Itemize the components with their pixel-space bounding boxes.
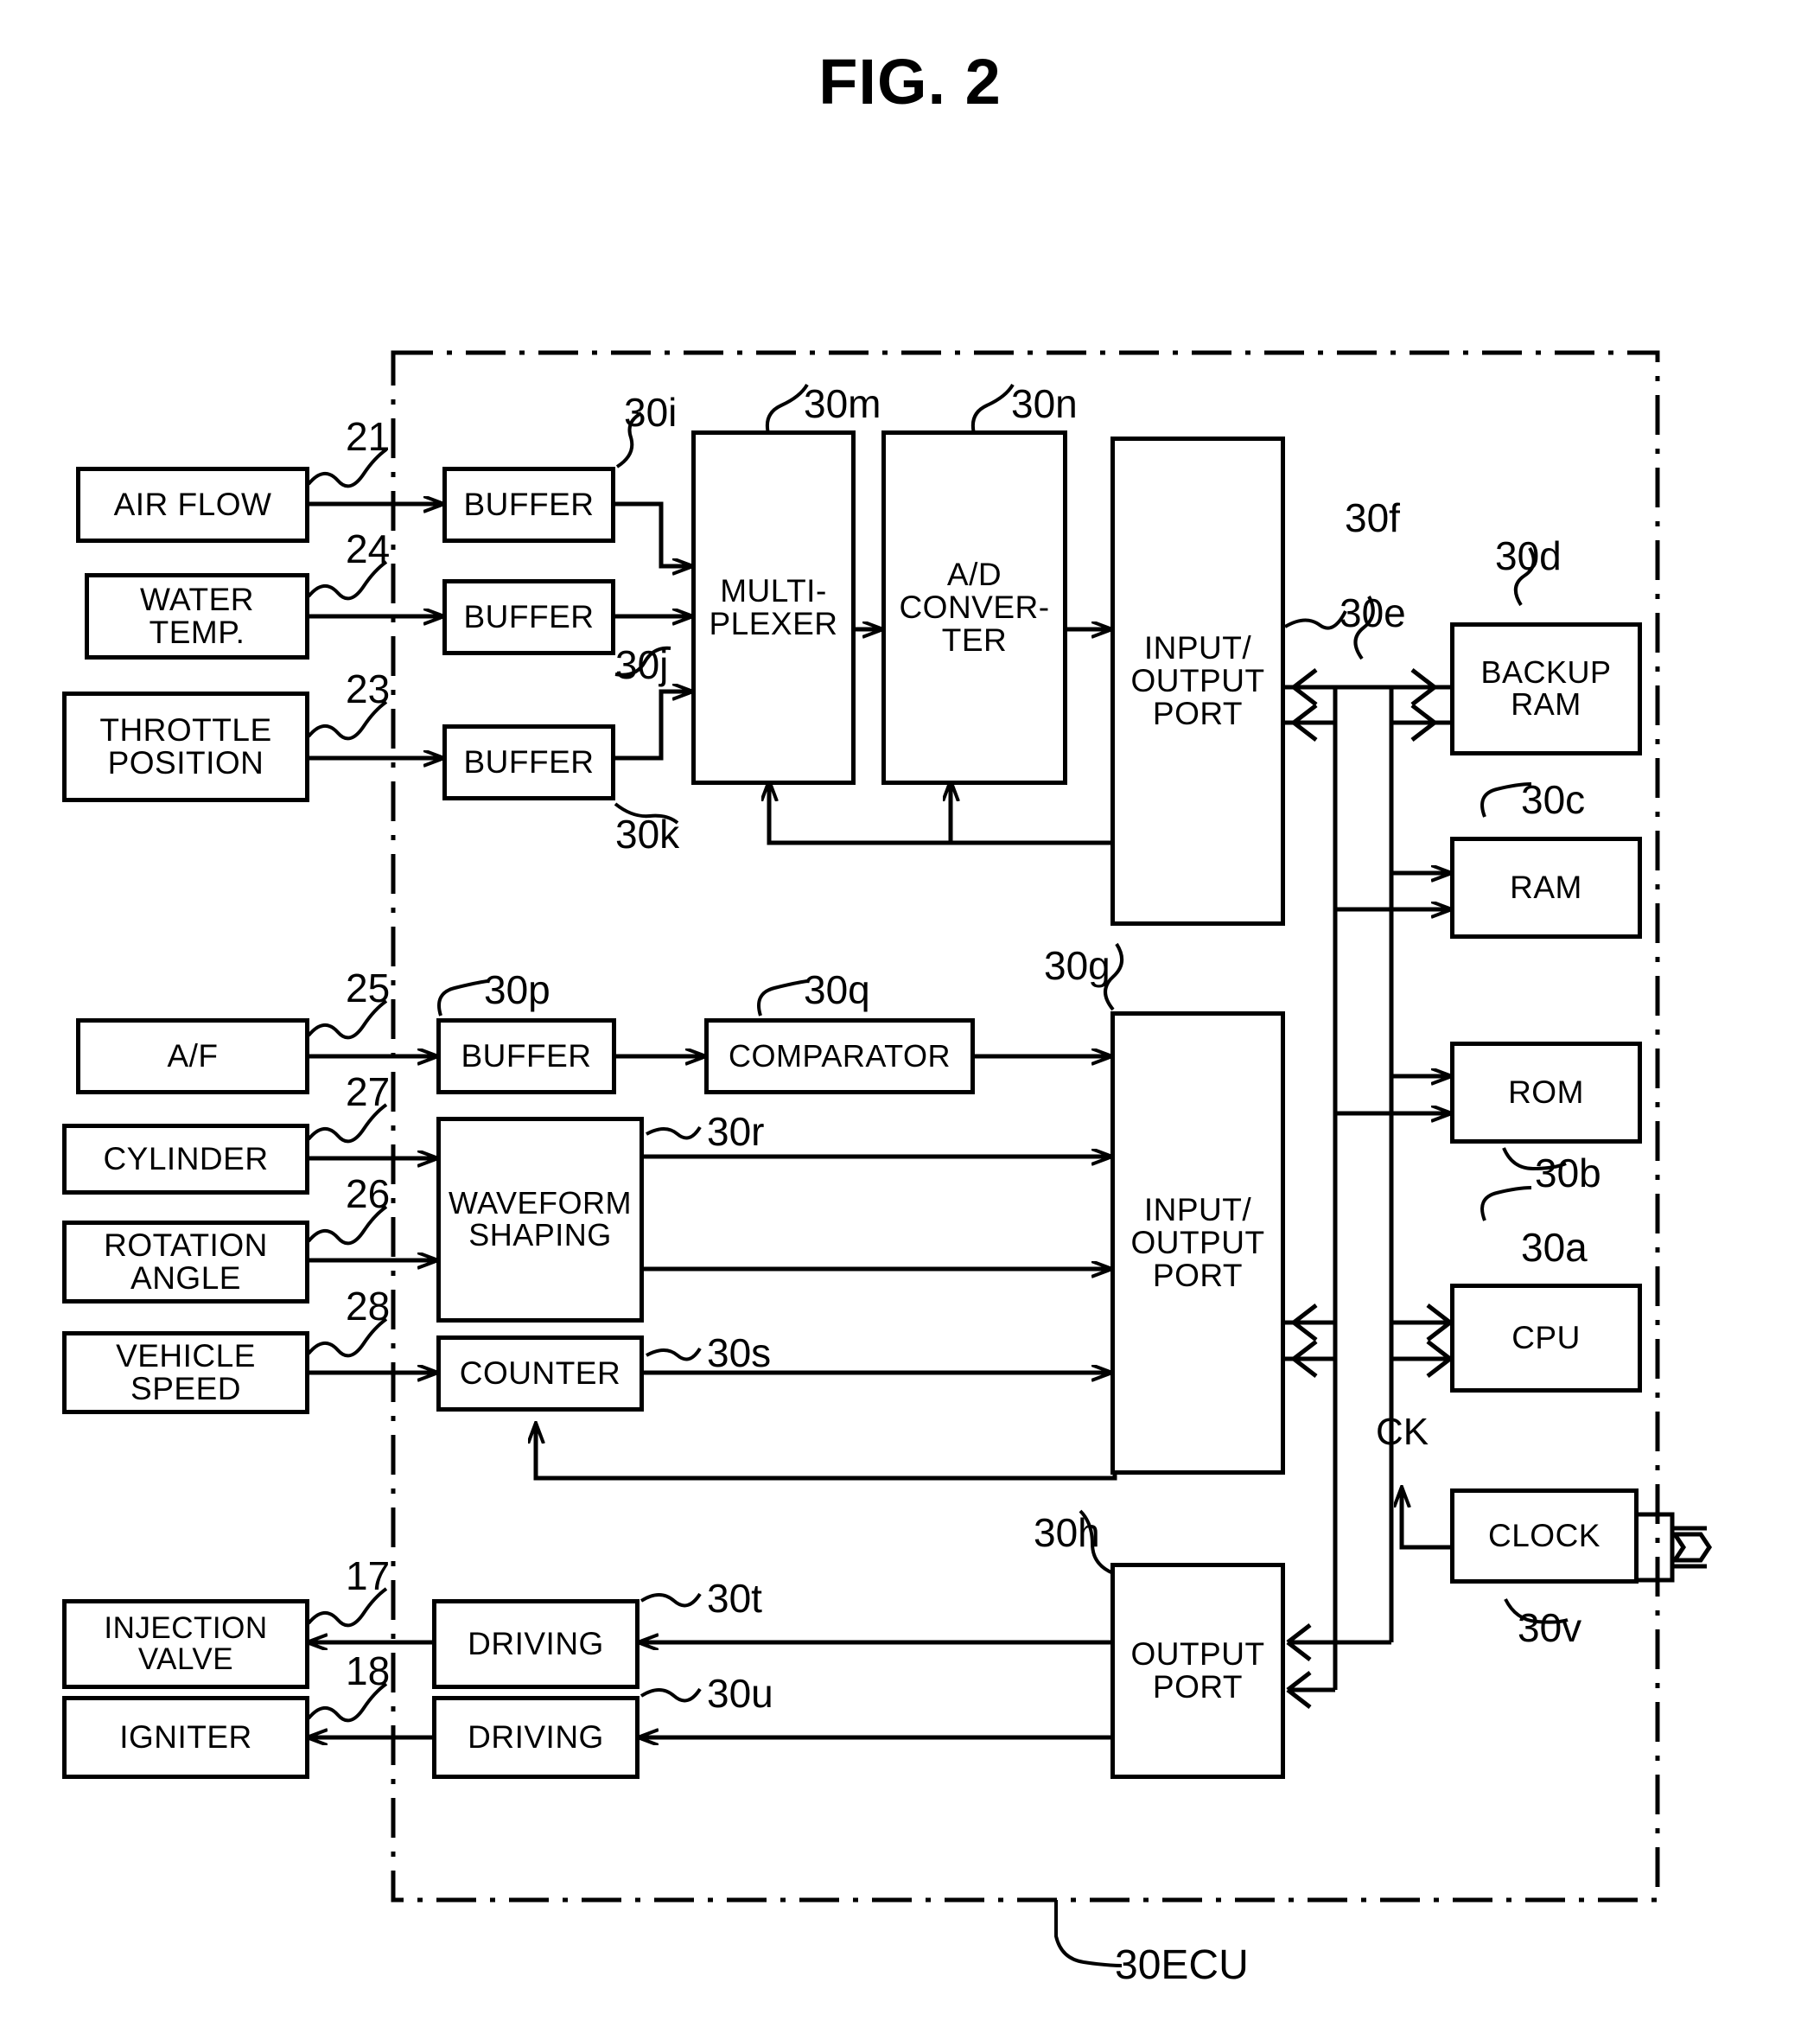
block-backup-ram[interactable]: BACKUP RAM (1450, 622, 1642, 755)
ref-numeral-30p: 30p (484, 967, 550, 1012)
ref-numeral-30v: 30v (1518, 1605, 1582, 1650)
sensor-box-af[interactable]: A/F (76, 1018, 309, 1094)
ref-numeral-24: 24 (346, 526, 391, 571)
block-cpu[interactable]: CPU (1450, 1284, 1642, 1393)
block-ram[interactable]: RAM (1450, 837, 1642, 939)
clock-signal-label: CK (1376, 1411, 1429, 1453)
figure-title: FIG. 2 (818, 46, 1002, 118)
sensor-box-cylinder[interactable]: CYLINDER (62, 1124, 309, 1195)
ref-numeral-30b: 30b (1535, 1151, 1601, 1195)
actuator-box-injection-valve[interactable]: INJECTION VALVE (62, 1599, 309, 1689)
block-buffer-30p[interactable]: BUFFER (436, 1018, 616, 1094)
ref-numeral-30h: 30h (1034, 1510, 1100, 1555)
block-waveform-shaping[interactable]: WAVEFORM SHAPING (436, 1117, 644, 1323)
block-clock[interactable]: CLOCK (1450, 1488, 1639, 1584)
ref-numeral-25: 25 (346, 966, 391, 1010)
ref-numeral-21: 21 (346, 414, 391, 459)
block-comparator[interactable]: COMPARATOR (704, 1018, 975, 1094)
block-rom[interactable]: ROM (1450, 1042, 1642, 1144)
ref-numeral-30u: 30u (707, 1671, 773, 1716)
sensor-box-water-temp[interactable]: WATER TEMP. (85, 573, 309, 660)
block-counter[interactable]: COUNTER (436, 1335, 644, 1412)
ref-numeral-30c: 30c (1521, 777, 1586, 822)
ref-numeral-18: 18 (346, 1648, 391, 1693)
ref-numeral-30t: 30t (707, 1576, 762, 1621)
block-ad-converter[interactable]: A/D CONVER- TER (881, 430, 1067, 785)
ref-numeral-28: 28 (346, 1284, 391, 1329)
block-output-port[interactable]: OUTPUT PORT (1110, 1563, 1285, 1779)
ref-numeral-30j: 30j (615, 642, 669, 687)
ref-numeral-30k: 30k (615, 812, 680, 857)
ref-numeral-30d: 30d (1495, 533, 1562, 578)
block-driving-30u[interactable]: DRIVING (432, 1696, 640, 1779)
block-buffer-30i[interactable]: BUFFER (442, 467, 615, 543)
sensor-box-throttle-position[interactable]: THROTTLE POSITION (62, 692, 309, 802)
ref-numeral-30s: 30s (707, 1330, 772, 1375)
ref-numeral-30q: 30q (804, 967, 870, 1012)
figure-page: FIG. 2 AIR FLOW WATER TEMP. THROTTLE POS… (0, 0, 1820, 2027)
ref-numeral-30n: 30n (1011, 381, 1078, 426)
ref-numeral-26: 26 (346, 1171, 391, 1216)
ref-numeral-30e: 30e (1340, 590, 1406, 635)
ecu-boundary-label: 30ECU (1115, 1942, 1249, 1988)
sensor-box-vehicle-speed[interactable]: VEHICLE SPEED (62, 1331, 309, 1414)
ref-numeral-17: 17 (346, 1553, 391, 1598)
ref-numeral-30m: 30m (804, 381, 881, 426)
ref-numeral-23: 23 (346, 666, 391, 711)
block-input-output-port-30f[interactable]: INPUT/ OUTPUT PORT (1110, 437, 1285, 926)
ref-numeral-30g: 30g (1044, 943, 1110, 988)
ref-numeral-30f: 30f (1345, 495, 1400, 540)
block-multiplexer[interactable]: MULTI- PLEXER (691, 430, 856, 785)
actuator-box-igniter[interactable]: IGNITER (62, 1696, 309, 1779)
sensor-box-air-flow[interactable]: AIR FLOW (76, 467, 309, 543)
block-input-output-port-30g[interactable]: INPUT/ OUTPUT PORT (1110, 1011, 1285, 1475)
block-buffer-30j[interactable]: BUFFER (442, 579, 615, 655)
ref-numeral-27: 27 (346, 1069, 391, 1114)
ref-numeral-30i: 30i (624, 390, 678, 435)
block-driving-30t[interactable]: DRIVING (432, 1599, 640, 1689)
block-buffer-30k[interactable]: BUFFER (442, 724, 615, 800)
sensor-box-rotation-angle[interactable]: ROTATION ANGLE (62, 1221, 309, 1304)
ref-numeral-30a: 30a (1521, 1225, 1588, 1270)
ref-numeral-30r: 30r (707, 1109, 765, 1154)
